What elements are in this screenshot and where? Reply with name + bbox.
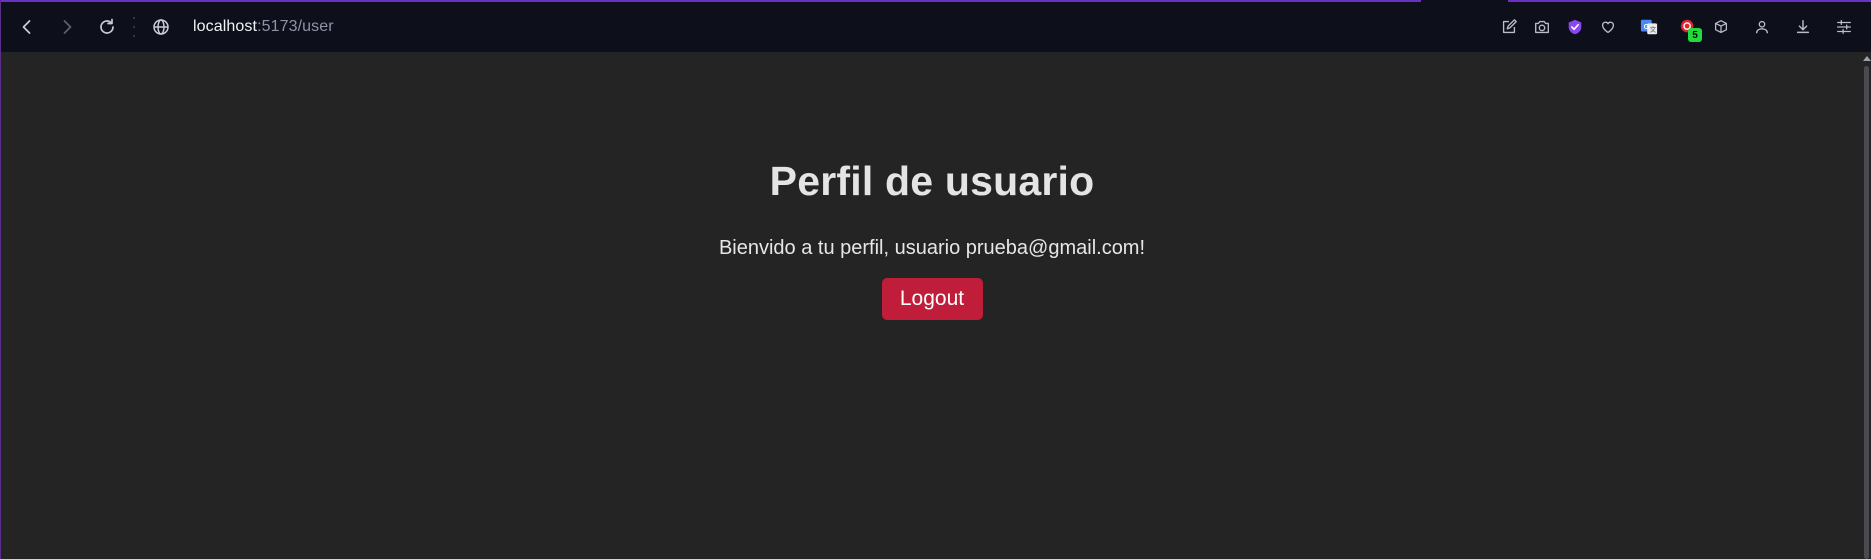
- logout-button[interactable]: Logout: [881, 278, 983, 320]
- screenshot-button[interactable]: [1525, 9, 1558, 45]
- svg-text:G: G: [1643, 22, 1649, 31]
- camera-icon: [1534, 20, 1549, 34]
- address-bar[interactable]: localhost:5173/user: [193, 18, 334, 36]
- page-title: Perfil de usuario: [769, 158, 1095, 204]
- extension-button[interactable]: 5: [1671, 9, 1704, 45]
- site-info-button[interactable]: [141, 7, 181, 47]
- url-path: :5173/user: [257, 18, 334, 35]
- url-host: localhost: [193, 18, 258, 35]
- edit-icon: [1502, 19, 1517, 34]
- translate-extension-button[interactable]: G文: [1632, 9, 1665, 45]
- back-button[interactable]: [7, 7, 47, 47]
- page-content: Perfil de usuario Bienvido a tu perfil, …: [1, 52, 1863, 559]
- scroll-up-arrow[interactable]: [1863, 56, 1871, 61]
- translate-icon: G文: [1640, 19, 1657, 35]
- settings-button[interactable]: [1827, 9, 1860, 45]
- cube-icon: [1714, 20, 1727, 34]
- back-arrow-icon: [22, 20, 31, 34]
- person-icon: [1755, 20, 1768, 34]
- welcome-message: Bienvido a tu perfil, usuario prueba@gma…: [718, 237, 1146, 259]
- scroll-thumb[interactable]: [1864, 66, 1869, 559]
- heart-icon: [1601, 21, 1614, 34]
- sliders-icon: [1836, 20, 1851, 34]
- extension-badge-count: 5: [1688, 28, 1702, 42]
- toolbar-separator: [131, 17, 137, 37]
- globe-icon: [153, 19, 169, 35]
- cube-extension-button[interactable]: [1704, 9, 1737, 45]
- svg-text:文: 文: [1649, 25, 1656, 34]
- browser-toolbar: localhost:5173/user G文 5: [1, 0, 1871, 52]
- browser-window: localhost:5173/user G文 5 Perfil de usuar…: [0, 0, 1871, 559]
- reload-icon: [100, 18, 114, 34]
- profile-button[interactable]: [1745, 9, 1778, 45]
- toolbar-actions: G文 5: [1492, 2, 1860, 52]
- downloads-button[interactable]: [1786, 9, 1819, 45]
- scrollbar[interactable]: [1862, 52, 1871, 559]
- download-icon: [1796, 19, 1809, 34]
- shield-check-icon: [1568, 19, 1581, 35]
- forward-arrow-icon: [63, 20, 72, 34]
- vpn-button[interactable]: [1558, 9, 1591, 45]
- forward-button[interactable]: [47, 7, 87, 47]
- reload-button[interactable]: [87, 7, 127, 47]
- edit-button[interactable]: [1492, 9, 1525, 45]
- favorite-button[interactable]: [1591, 9, 1624, 45]
